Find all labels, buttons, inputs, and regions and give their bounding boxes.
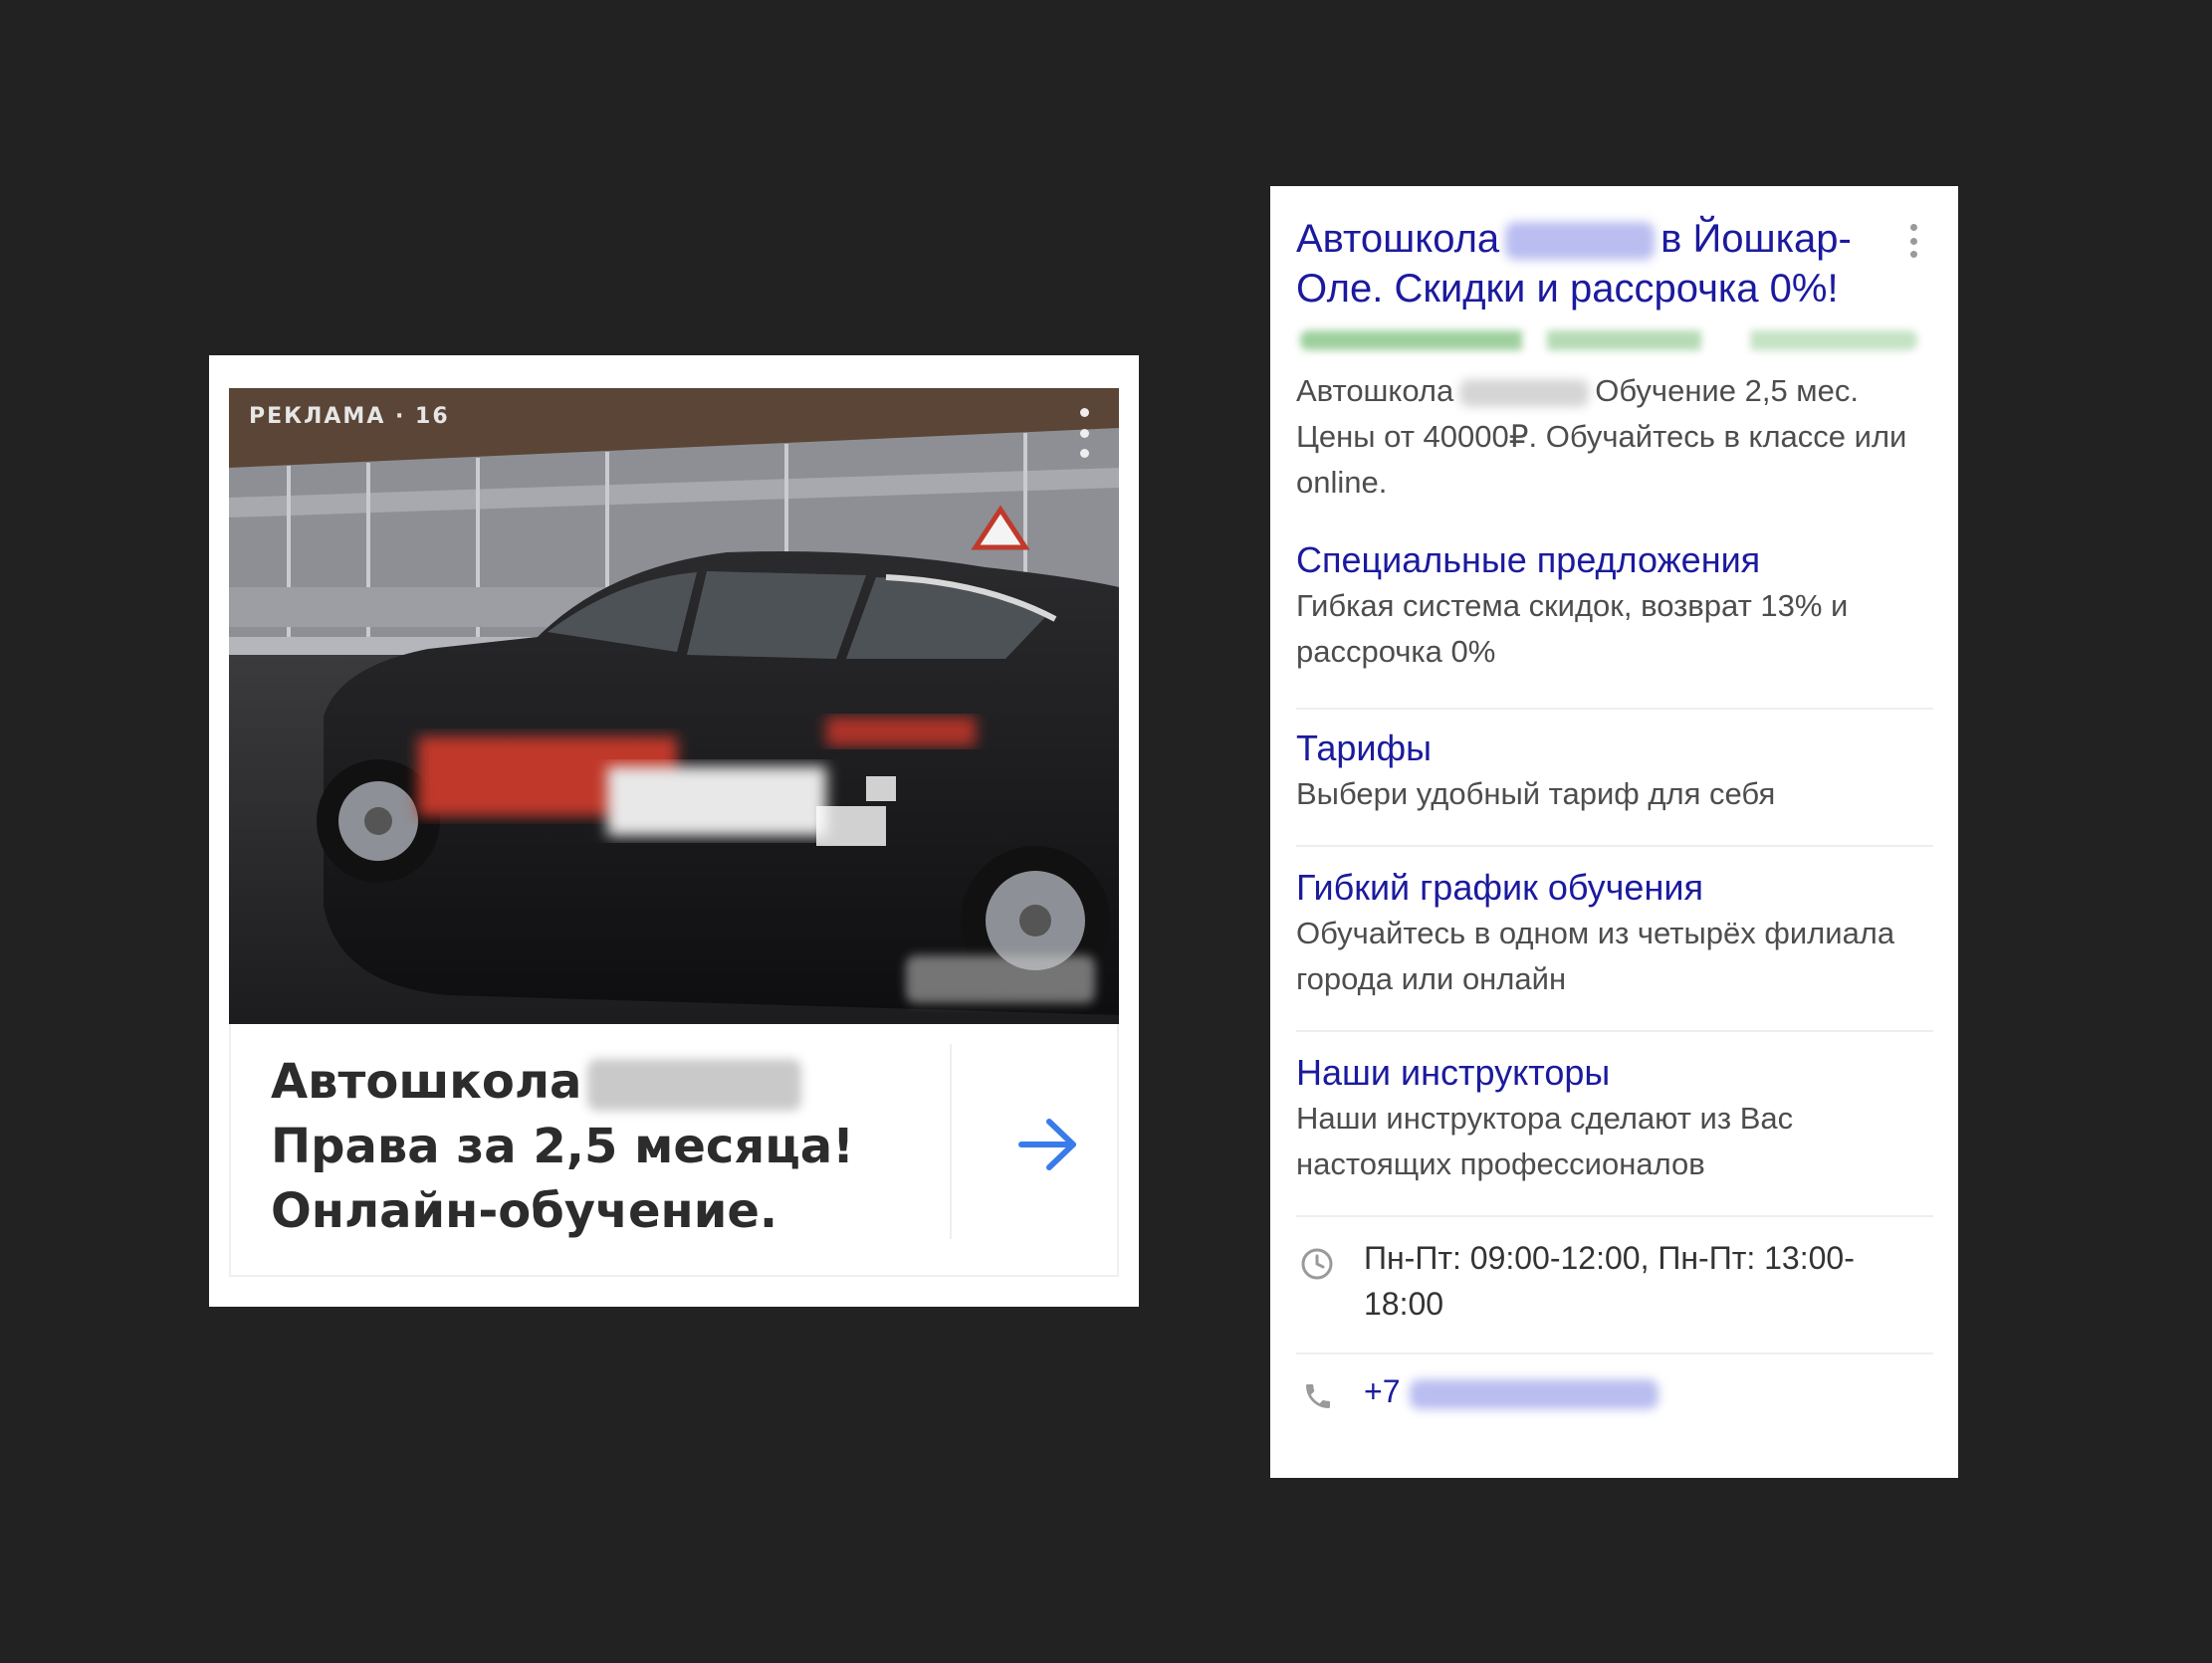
ad-description: Автошкола Обучение 2,5 мес. Цены от 40000… <box>1296 368 1933 506</box>
clock-icon <box>1301 1248 1333 1280</box>
brand-name-blurred <box>587 1059 802 1111</box>
sitelink[interactable]: Гибкий график обучения Обучайтесь в одно… <box>1296 865 1933 1002</box>
working-hours: Пн-Пт: 09:00-12:00, Пн-Пт: 13:00-18:00 <box>1364 1240 1855 1322</box>
watermark-blurred <box>906 955 1095 1003</box>
ad-headline[interactable]: Автошкола Права за 2,5 месяца! Онлайн-об… <box>271 1050 868 1244</box>
car-photo <box>229 388 1119 1024</box>
ad-image[interactable]: РЕКЛАМА · 16 <box>229 388 1119 1024</box>
sitelink-title[interactable]: Наши инструкторы <box>1296 1050 1933 1096</box>
separator <box>1296 708 1933 710</box>
divider <box>950 1044 952 1239</box>
ad-body[interactable]: Автошкола Права за 2,5 месяца! Онлайн-об… <box>229 1024 1119 1277</box>
phone-icon <box>1306 1384 1330 1408</box>
sitelink-title[interactable]: Гибкий график обучения <box>1296 865 1933 911</box>
brand-name-blurred <box>1459 378 1590 407</box>
headline-line-2: Права за 2,5 месяца! <box>271 1119 855 1174</box>
arrow-right-icon[interactable] <box>1017 1117 1079 1172</box>
sitelink-desc: Наши инструктора сделают из Вас настоящи… <box>1296 1101 1794 1181</box>
separator <box>1296 1352 1933 1354</box>
display-ad-card[interactable]: РЕКЛАМА · 16 Автошкола Права за 2,5 меся… <box>209 355 1139 1307</box>
title-part-1: Автошкола <box>1296 217 1500 261</box>
sitelink[interactable]: Наши инструкторы Наши инструктора сделаю… <box>1296 1050 1933 1187</box>
display-url-blurred[interactable] <box>1300 330 1917 350</box>
desc-part-1: Автошкола <box>1296 373 1454 408</box>
separator <box>1296 845 1933 847</box>
more-vertical-icon[interactable] <box>1910 224 1918 258</box>
ad-title-link[interactable]: Автошкола в Йошкар-Оле. Скидки и рассрочк… <box>1296 214 1913 313</box>
search-ad-card: Автошкола в Йошкар-Оле. Скидки и рассрочк… <box>1270 186 1958 1478</box>
ad-label: РЕКЛАМА · 16 <box>249 404 450 429</box>
more-vertical-icon[interactable] <box>1079 408 1089 458</box>
sitelink-desc: Выбери удобный тариф для себя <box>1296 776 1776 811</box>
headline-line-1: Автошкола <box>271 1054 582 1110</box>
separator <box>1296 1030 1933 1032</box>
phone-number-blurred <box>1410 1378 1659 1409</box>
sitelink-title[interactable]: Специальные предложения <box>1296 537 1933 583</box>
sitelink[interactable]: Тарифы Выбери удобный тариф для себя <box>1296 726 1933 817</box>
headline-line-3: Онлайн-обучение. <box>271 1183 778 1239</box>
sitelink-desc: Гибкая система скидок, возврат 13% и рас… <box>1296 588 1849 669</box>
phone-prefix: +7 <box>1364 1373 1401 1409</box>
sitelink-desc: Обучайтесь в одном из четырёх филиала го… <box>1296 916 1895 996</box>
sitelink-title[interactable]: Тарифы <box>1296 726 1933 771</box>
phone-link[interactable]: +7 <box>1364 1368 1659 1414</box>
separator <box>1296 1215 1933 1217</box>
brand-name-blurred <box>1505 222 1656 261</box>
sitelink[interactable]: Специальные предложения Гибкая система с… <box>1296 537 1933 675</box>
